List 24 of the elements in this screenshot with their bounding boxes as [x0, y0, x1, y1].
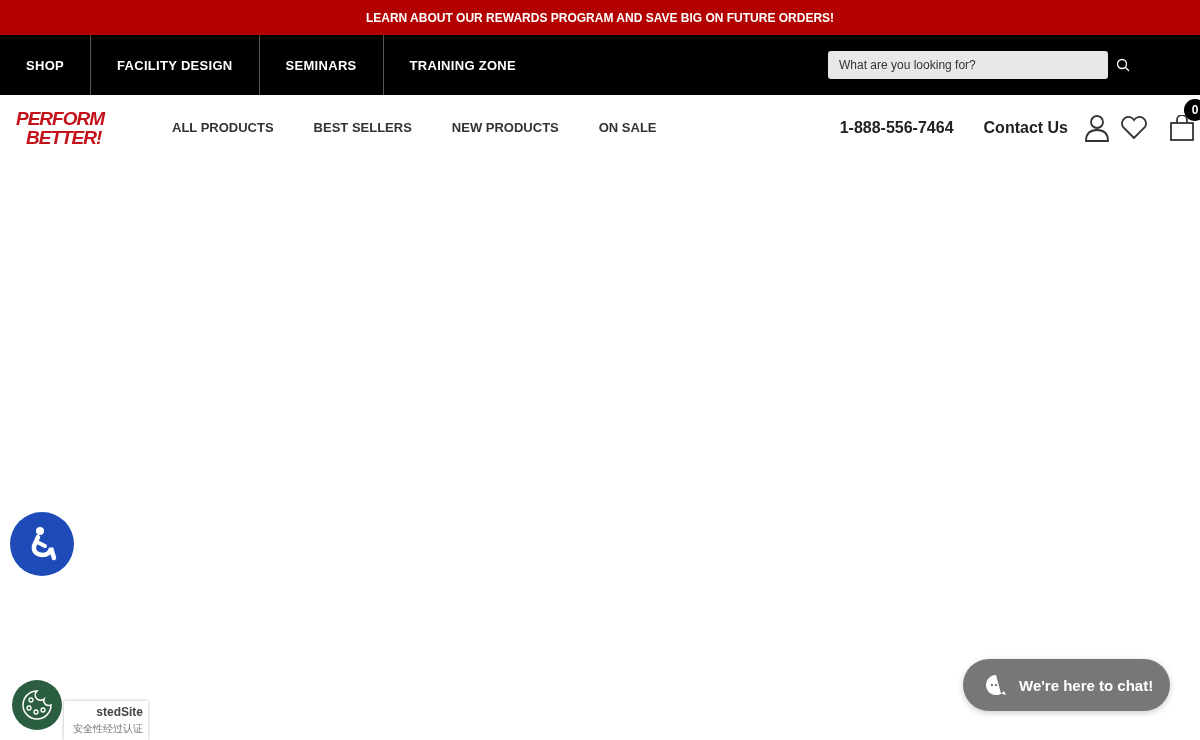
menu-link[interactable]: NEW PRODUCTS — [451, 120, 559, 135]
nav-link[interactable]: TRAINING ZONE — [383, 35, 543, 95]
logo[interactable]: PERFORM BETTER! — [16, 108, 146, 147]
search-icon[interactable] — [1116, 58, 1130, 72]
nav-link[interactable]: SEMINARS — [259, 35, 384, 95]
account-icon[interactable] — [1084, 113, 1110, 142]
trusted-site-badge[interactable]: stedSite 安全性经过认证 — [64, 701, 148, 740]
menu-link[interactable]: ON SALE — [598, 120, 657, 135]
search-field[interactable]: What are you looking for? — [828, 51, 1108, 79]
badge-brand: stedSite — [96, 705, 143, 719]
heart-icon[interactable] — [1120, 115, 1148, 140]
menu-link[interactable]: BEST SELLERS — [313, 120, 412, 135]
cart-count: 0 — [1184, 98, 1200, 121]
chat-button[interactable]: We're here to chat! — [963, 659, 1170, 711]
badge-caption: 安全性经过认证 — [73, 722, 143, 736]
phone-number: 1-888-556-7464 — [839, 118, 954, 137]
nav-link[interactable]: FACILITY DESIGN — [91, 35, 260, 95]
menu-link[interactable]: ALL PRODUCTS — [172, 120, 274, 135]
promo-banner[interactable]: LEARN ABOUT OUR REWARDS PROGRAM AND SAVE BIG ON FUTURE ORDERS! — [0, 0, 1200, 35]
cookie-settings-button[interactable] — [12, 680, 62, 730]
nav-link[interactable]: SHOP — [0, 35, 92, 95]
cookie-icon — [20, 688, 54, 722]
contact-link[interactable]: Contact Us — [983, 118, 1068, 137]
cart-icon[interactable] — [1170, 114, 1194, 141]
